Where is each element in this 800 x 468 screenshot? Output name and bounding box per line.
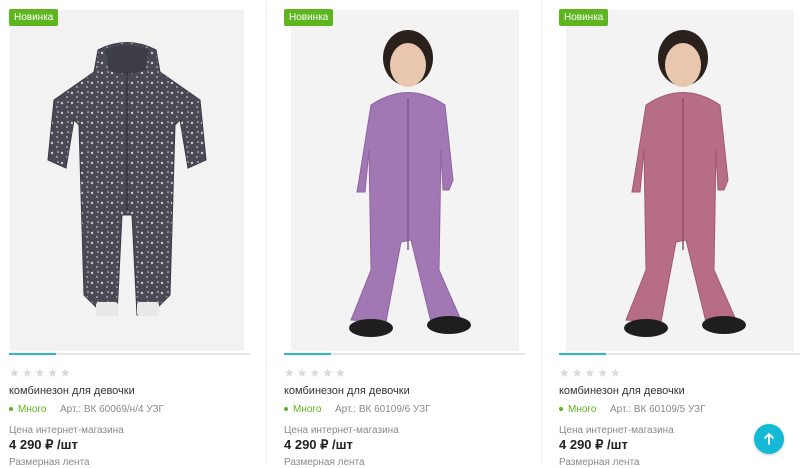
product-image[interactable] — [291, 10, 519, 351]
rating-stars[interactable]: ★★★★★ — [9, 366, 73, 380]
image-slider-indicator[interactable] — [284, 353, 525, 355]
image-slider-indicator[interactable] — [559, 353, 800, 355]
article-number: Арт.: ВК 60109/5 УЗГ — [610, 404, 706, 415]
price-label: Цена интернет-магазина — [559, 425, 674, 436]
child-model-photo — [624, 30, 746, 337]
availability-status: Много — [559, 404, 596, 415]
jumpsuit-flat-illustration — [47, 42, 207, 316]
child-model-photo — [349, 30, 471, 337]
arrow-up-icon — [764, 433, 774, 445]
in-stock-dot-icon — [284, 407, 288, 412]
availability-status: Много — [9, 404, 46, 415]
scroll-to-top-button[interactable] — [754, 424, 784, 454]
price-label: Цена интернет-магазина — [9, 425, 124, 436]
availability-status: Много — [284, 404, 321, 415]
rating-stars[interactable]: ★★★★★ — [284, 366, 348, 380]
price: 4 290 ₽ /шт — [9, 437, 78, 452]
in-stock-dot-icon — [559, 407, 563, 412]
card-divider — [541, 0, 542, 463]
price: 4 290 ₽ /шт — [559, 437, 628, 452]
new-badge: Новинка — [559, 9, 609, 26]
price-label: Цена интернет-магазина — [284, 425, 399, 436]
new-badge: Новинка — [284, 9, 334, 26]
card-divider — [266, 0, 267, 463]
product-title[interactable]: комбинезон для девочки — [559, 385, 685, 397]
product-title[interactable]: комбинезон для девочки — [9, 385, 135, 397]
product-image[interactable] — [10, 10, 244, 351]
product-card[interactable]: Новинка ★★★★★ комбинезон для девочки Мно… — [550, 0, 800, 468]
rating-stars[interactable]: ★★★★★ — [559, 366, 623, 380]
product-card[interactable]: Новинка ★★★★★ комбинезон для девочки Мно… — [0, 0, 258, 468]
article-number: Арт.: ВК 60109/6 УЗГ — [335, 404, 431, 415]
product-card[interactable]: Новинка ★★★★★ комбинезон для девочки Мно… — [275, 0, 533, 468]
in-stock-dot-icon — [9, 407, 13, 412]
article-number: Арт.: ВК 60069/н/4 УЗГ — [60, 404, 164, 415]
product-grid: Новинка ★★★★★ комбинезон для девочки Мно… — [0, 0, 800, 468]
image-slider-indicator[interactable] — [9, 353, 250, 355]
product-image[interactable] — [566, 10, 794, 351]
new-badge: Новинка — [9, 9, 59, 26]
price: 4 290 ₽ /шт — [284, 437, 353, 452]
product-title[interactable]: комбинезон для девочки — [284, 385, 410, 397]
